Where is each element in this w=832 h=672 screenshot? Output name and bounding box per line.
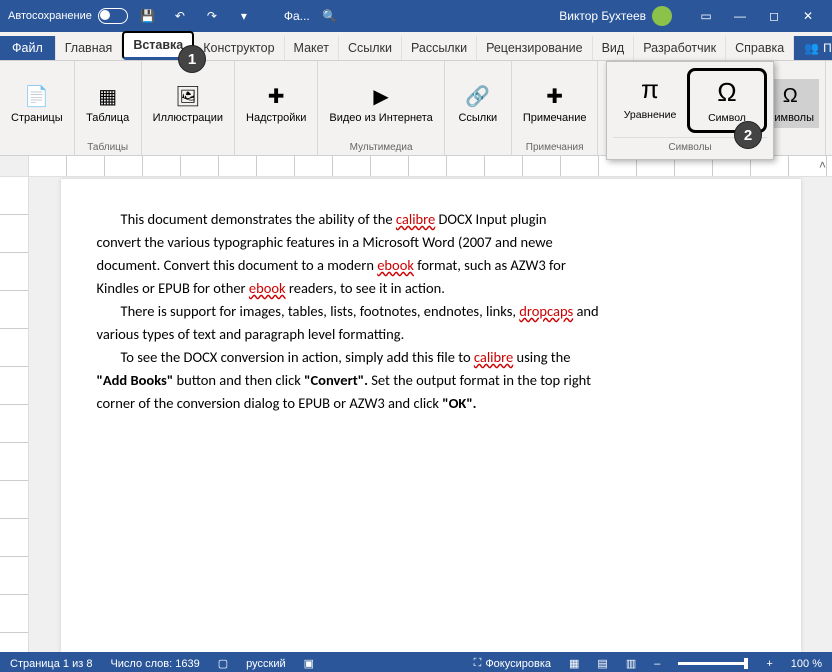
addin-icon: ✚ xyxy=(262,82,290,110)
callout-2: 2 xyxy=(734,121,762,149)
comment-button[interactable]: ✚Примечание xyxy=(518,79,592,127)
tab-design[interactable]: Конструктор xyxy=(194,36,284,60)
ruler-corner xyxy=(0,156,29,176)
group-tables: Таблицы xyxy=(87,142,128,153)
tab-home[interactable]: Главная xyxy=(56,36,123,60)
ribbon-options-icon[interactable]: ▭ xyxy=(690,4,722,28)
share-label: Поделиться xyxy=(823,41,832,55)
zoom-level[interactable]: 100 % xyxy=(791,658,822,670)
share-icon: 👥 xyxy=(804,41,819,55)
tab-mailings[interactable]: Рассылки xyxy=(402,36,477,60)
page-icon: 📄 xyxy=(23,82,51,110)
close-icon[interactable]: ✕ xyxy=(792,4,824,28)
focus-mode-button[interactable]: ⛶Фокусировка xyxy=(474,657,551,670)
ribbon: 📄Страницы ▦Таблица Таблицы 🖼Иллюстрации ✚… xyxy=(0,61,832,156)
group-media: Мультимедиа xyxy=(350,142,413,153)
status-proofing[interactable]: ▢ xyxy=(218,657,228,670)
share-button[interactable]: 👥 Поделиться xyxy=(794,36,832,60)
search-icon[interactable]: 🔍 xyxy=(318,4,342,28)
ribbon-tabbar: Файл Главная Вставка Конструктор Макет С… xyxy=(0,32,832,61)
undo-icon[interactable]: ↶ xyxy=(168,4,192,28)
tab-layout[interactable]: Макет xyxy=(285,36,339,60)
online-video-button[interactable]: ▶Видео из Интернета xyxy=(324,79,437,127)
link-icon: 🔗 xyxy=(464,82,492,110)
autosave-toggle[interactable]: Автосохранение xyxy=(8,8,128,24)
table-button[interactable]: ▦Таблица xyxy=(81,79,135,127)
equation-button[interactable]: π Уравнение xyxy=(613,68,687,133)
user-account[interactable]: Виктор Бухтеев xyxy=(559,6,672,26)
omega-icon: Ω xyxy=(776,82,804,110)
view-web-icon[interactable]: ▥ xyxy=(626,657,636,670)
view-read-icon[interactable]: ▤ xyxy=(597,657,607,670)
pi-icon: π xyxy=(641,74,659,105)
tab-view[interactable]: Вид xyxy=(593,36,635,60)
video-icon: ▶ xyxy=(367,82,395,110)
zoom-in-button[interactable]: + xyxy=(766,658,772,670)
title-bar: Автосохранение 💾 ↶ ↷ ▾ Фа... 🔍 Виктор Бу… xyxy=(0,0,832,32)
document-name: Фа... xyxy=(284,9,310,23)
picture-icon: 🖼 xyxy=(174,82,202,110)
page-area[interactable]: This document demonstrates the ability o… xyxy=(29,177,832,652)
zoom-slider[interactable] xyxy=(678,662,748,665)
tab-references[interactable]: Ссылки xyxy=(339,36,402,60)
zoom-out-button[interactable]: – xyxy=(654,658,660,670)
status-wordcount[interactable]: Число слов: 1639 xyxy=(110,658,199,670)
illustrations-button[interactable]: 🖼Иллюстрации xyxy=(148,79,228,127)
minimize-icon[interactable]: — xyxy=(724,4,756,28)
qat-more-icon[interactable]: ▾ xyxy=(232,4,256,28)
tab-file[interactable]: Файл xyxy=(0,36,56,60)
user-name: Виктор Бухтеев xyxy=(559,9,646,23)
avatar-icon xyxy=(652,6,672,26)
save-icon[interactable]: 💾 xyxy=(136,4,160,28)
tab-review[interactable]: Рецензирование xyxy=(477,36,593,60)
view-print-icon[interactable]: ▦ xyxy=(569,657,579,670)
comment-icon: ✚ xyxy=(541,82,569,110)
tab-developer[interactable]: Разработчик xyxy=(634,36,726,60)
addins-button[interactable]: ✚Надстройки xyxy=(241,79,311,127)
focus-icon: ⛶ xyxy=(474,657,482,670)
status-page[interactable]: Страница 1 из 8 xyxy=(10,658,92,670)
status-bar: Страница 1 из 8 Число слов: 1639 ▢ русск… xyxy=(0,652,832,672)
links-button[interactable]: 🔗Ссылки xyxy=(451,79,505,127)
page: This document demonstrates the ability o… xyxy=(61,179,801,652)
pages-button[interactable]: 📄Страницы xyxy=(6,79,68,127)
redo-icon[interactable]: ↷ xyxy=(200,4,224,28)
autosave-label: Автосохранение xyxy=(8,10,92,22)
status-macro[interactable]: ▣ xyxy=(304,657,314,670)
toggle-icon xyxy=(98,8,128,24)
ruler-vertical[interactable] xyxy=(0,177,29,652)
callout-1: 1 xyxy=(178,45,206,73)
status-language[interactable]: русский xyxy=(246,658,285,670)
maximize-icon[interactable]: ◻ xyxy=(758,4,790,28)
workspace: This document demonstrates the ability o… xyxy=(0,177,832,652)
omega-icon: Ω xyxy=(717,77,736,108)
tab-help[interactable]: Справка xyxy=(726,36,794,60)
group-comments: Примечания xyxy=(526,142,584,153)
table-icon: ▦ xyxy=(94,82,122,110)
collapse-ribbon-icon[interactable]: ˄ xyxy=(819,158,826,172)
